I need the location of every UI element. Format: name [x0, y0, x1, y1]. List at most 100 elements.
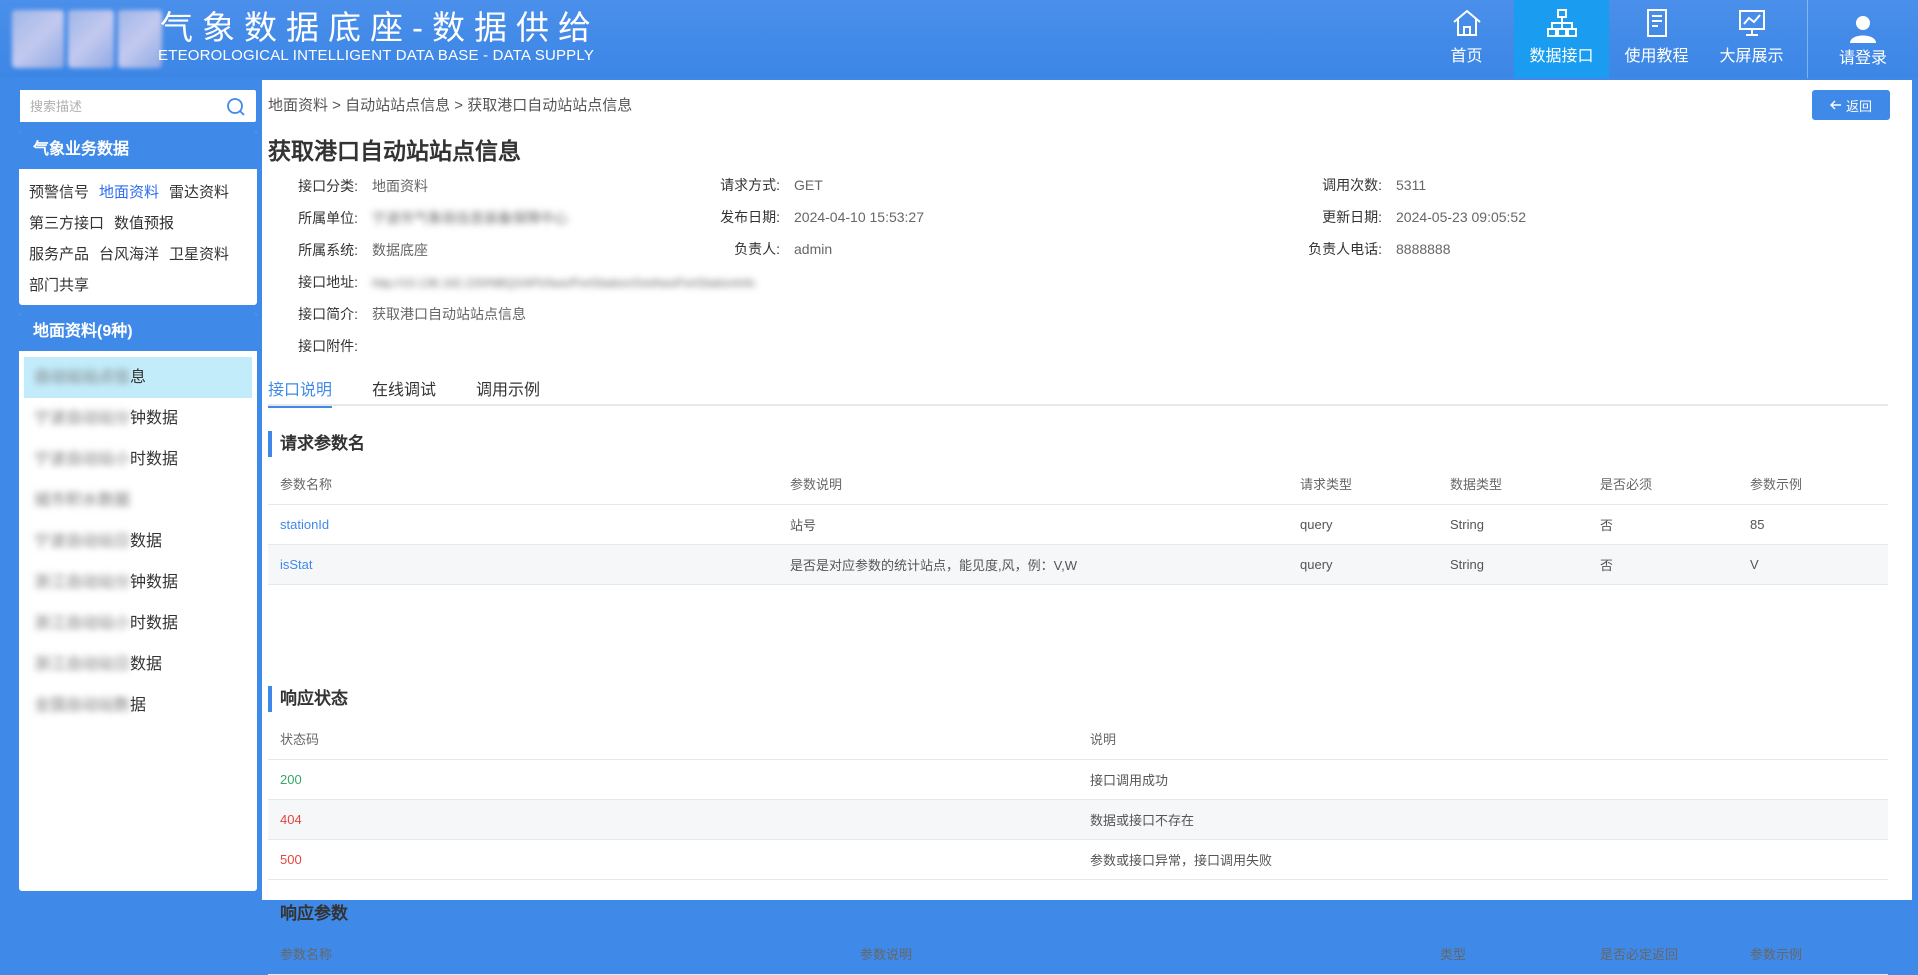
data-list: 自动站站点信息 宁波自动站分 钟数据 宁波自动站小 时数据 城市积水数据 宁波自动站…	[19, 351, 257, 732]
info-category: 接口分类: 地面资料	[292, 176, 428, 196]
table-header: 参数说明	[848, 934, 1428, 975]
nav-tutorial-label: 使用教程	[1624, 48, 1689, 65]
search-input[interactable]	[20, 90, 220, 122]
blurred-text: 自动站站点信	[34, 369, 131, 386]
list-item[interactable]: 宁波自动站日 数据	[24, 521, 252, 562]
info-value: 8888888	[1396, 241, 1451, 257]
table-cell: 站号	[778, 504, 1288, 545]
table-header-row: 参数名称 参数说明 请求类型 数据类型 是否必须 参数示例	[268, 464, 1888, 505]
nav-home[interactable]: 首页	[1419, 0, 1514, 78]
list-item-label: 钟数据	[130, 574, 179, 591]
info-unit: 所属单位: 宁波市气象局信息装备保障中心	[292, 208, 568, 228]
info-value: 地面资料	[372, 178, 428, 194]
response-status-title: 响应状态	[268, 686, 348, 712]
top-header: 气象数据底座-数据供给 ETEOROLOGICAL INTELLIGENT DA…	[0, 0, 1918, 78]
tab-description[interactable]: 接口说明	[268, 376, 333, 408]
tab-online-debug[interactable]: 在线调试	[372, 376, 436, 406]
table-row: 404 数据或接口不存在	[268, 799, 1888, 840]
nav-data-api-label: 数据接口	[1529, 48, 1594, 65]
param-name-link[interactable]: stationId	[268, 504, 778, 545]
data-list-panel: 地面资料(9种) 自动站站点信息 宁波自动站分 钟数据 宁波自动站小 时数据 城市积…	[18, 312, 258, 892]
category-tag[interactable]: 服务产品	[29, 239, 89, 270]
nav-home-label: 首页	[1450, 48, 1483, 65]
back-button[interactable]: 返回	[1812, 90, 1890, 120]
info-label: 所属系统:	[298, 242, 358, 258]
info-label: 接口附件:	[298, 338, 358, 354]
blurred-text: 宁波自动站日	[34, 533, 131, 550]
home-icon	[1452, 9, 1481, 36]
list-item[interactable]: 全国自动站数据	[24, 685, 252, 726]
sitemap-icon	[1546, 9, 1577, 37]
table-cell: 接口调用成功	[1078, 759, 1888, 800]
info-label: 调用次数:	[1322, 177, 1382, 193]
table-header: 参数名称	[268, 934, 848, 975]
request-params-title: 请求参数名	[268, 431, 365, 457]
info-owner: 负责人: admin	[692, 239, 832, 259]
info-address: 接口地址: http://10.136.162.220/NBQXAPI/Aws/P…	[292, 272, 755, 292]
table-row: 200 接口调用成功	[268, 759, 1888, 800]
info-value: 5311	[1396, 177, 1427, 193]
category-tag[interactable]: 卫星资料	[169, 239, 229, 270]
table-header: 状态码	[268, 719, 1078, 760]
param-name-link[interactable]: isStat	[268, 544, 778, 585]
site-title: 气象数据底座-数据供给 ETEOROLOGICAL INTELLIGENT DA…	[158, 10, 600, 65]
category-tag[interactable]: 雷达资料	[169, 177, 229, 208]
nav-tutorial[interactable]: 使用教程	[1609, 0, 1704, 78]
info-phone: 负责人电话: 8888888	[1282, 239, 1451, 259]
chart-screen-icon	[1738, 10, 1765, 36]
category-tag[interactable]: 台风海洋	[99, 239, 159, 270]
info-label: 所属单位:	[298, 210, 358, 226]
site-title-en: ETEOROLOGICAL INTELLIGENT DATA BASE - DA…	[158, 47, 595, 64]
page-title: 获取港口自动站站点信息	[268, 138, 521, 164]
category-tag[interactable]: 数值预报	[114, 208, 174, 239]
list-item-label: 钟数据	[130, 410, 179, 427]
info-label: 负责人电话:	[1308, 241, 1382, 257]
category-tags: 预警信号 地面资料 雷达资料 第三方接口 数值预报 服务产品 台风海洋 卫星资料…	[19, 169, 257, 305]
search-box	[18, 88, 258, 124]
category-tag[interactable]: 第三方接口	[29, 208, 104, 239]
search-icon[interactable]	[226, 97, 246, 120]
list-item[interactable]: 浙江自动站日 数据	[24, 644, 252, 685]
info-value-blurred: 宁波市气象局信息装备保障中心	[372, 210, 568, 226]
status-code: 200	[268, 759, 1078, 800]
list-item[interactable]: 宁波自动站小 时数据	[24, 439, 252, 480]
table-header-row: 状态码 说明	[268, 719, 1888, 760]
info-value: 数据底座	[372, 242, 428, 258]
logo	[12, 10, 162, 68]
data-list-title: 地面资料(9种)	[19, 313, 257, 351]
info-label: 更新日期:	[1322, 209, 1382, 225]
info-value: GET	[794, 177, 823, 193]
info-label: 发布日期:	[720, 209, 780, 225]
list-item-label: 时数据	[130, 451, 179, 468]
breadcrumb: 地面资料 > 自动站站点信息 > 获取港口自动站站点信息	[268, 97, 633, 114]
nav-data-api[interactable]: 数据接口	[1514, 0, 1609, 78]
login-button[interactable]: 请登录	[1808, 0, 1918, 78]
nav-big-screen[interactable]: 大屏展示	[1704, 0, 1799, 78]
list-item[interactable]: 宁波自动站分 钟数据	[24, 398, 252, 439]
category-tag[interactable]: 部门共享	[29, 270, 89, 301]
list-item-active[interactable]: 自动站站点信息	[24, 357, 252, 398]
table-header: 请求类型	[1288, 464, 1438, 505]
table-cell: 85	[1738, 504, 1888, 545]
table-cell: V	[1738, 544, 1888, 585]
list-item[interactable]: 浙江自动站小 时数据	[24, 603, 252, 644]
table-cell: String	[1438, 504, 1588, 545]
category-tag[interactable]: 预警信号	[29, 177, 89, 208]
blurred-text: 宁波自动站分	[34, 410, 131, 427]
info-publish: 发布日期: 2024-04-10 15:53:27	[692, 207, 924, 227]
document-icon	[1646, 9, 1667, 37]
list-item-label: 息	[130, 369, 147, 386]
category-tag-active[interactable]: 地面资料	[99, 177, 159, 208]
info-label: 接口简介:	[298, 306, 358, 322]
list-item[interactable]: 城市积水数据	[24, 480, 252, 521]
info-attachment: 接口附件:	[292, 336, 358, 356]
detail-tabs: 接口说明 在线调试 调用示例	[268, 376, 1888, 408]
arrow-left-icon	[1829, 100, 1841, 110]
tab-call-example[interactable]: 调用示例	[476, 376, 540, 406]
blurred-text: 浙江自动站分	[34, 574, 131, 591]
blurred-text: 城市积水数据	[34, 492, 131, 509]
blurred-text: 全国自动站数	[34, 697, 131, 714]
table-cell: 参数或接口异常，接口调用失败	[1078, 839, 1888, 880]
list-item[interactable]: 浙江自动站分 钟数据	[24, 562, 252, 603]
table-cell: 否	[1588, 504, 1738, 545]
